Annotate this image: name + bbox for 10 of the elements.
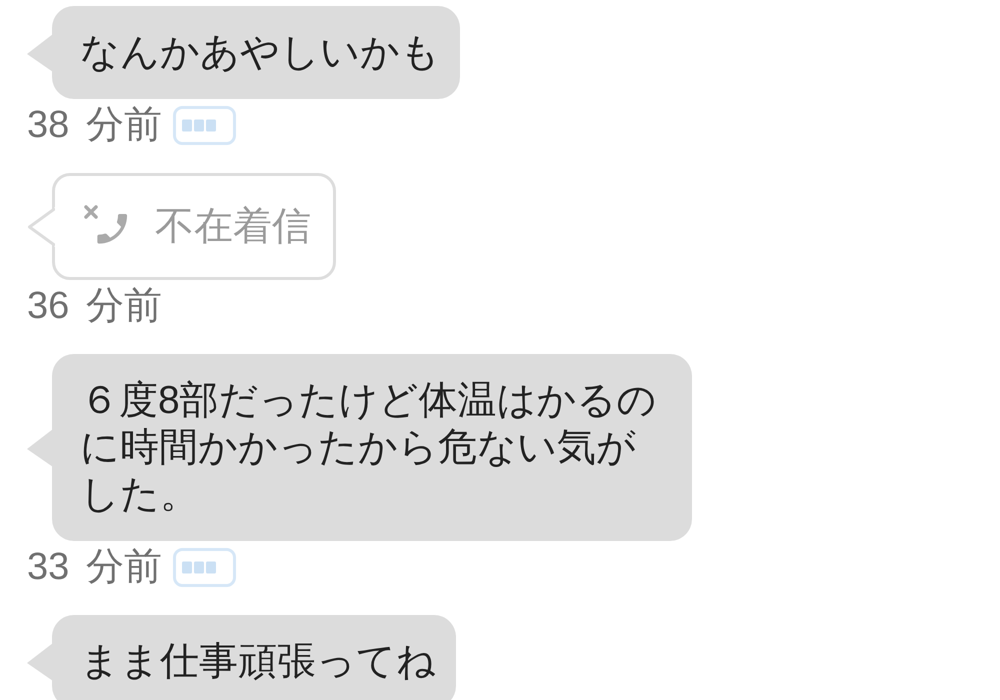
bubble-tail bbox=[27, 642, 53, 680]
message-time: 38 分前 bbox=[27, 105, 162, 145]
message-time: 36 分前 bbox=[27, 286, 162, 326]
message-bubble: なんかあやしいかも bbox=[52, 6, 460, 99]
bubble-tail bbox=[27, 428, 53, 466]
missed-call-label: 不在着信 bbox=[155, 204, 311, 250]
message-time: 33 分前 bbox=[27, 547, 162, 587]
message-bubble: まま仕事頑張ってね bbox=[52, 615, 456, 700]
bubble-tail bbox=[27, 34, 53, 72]
message-bubble: ６度8部だったけど体温はかるのに時間かかったから危ない気がした。 bbox=[52, 354, 692, 541]
